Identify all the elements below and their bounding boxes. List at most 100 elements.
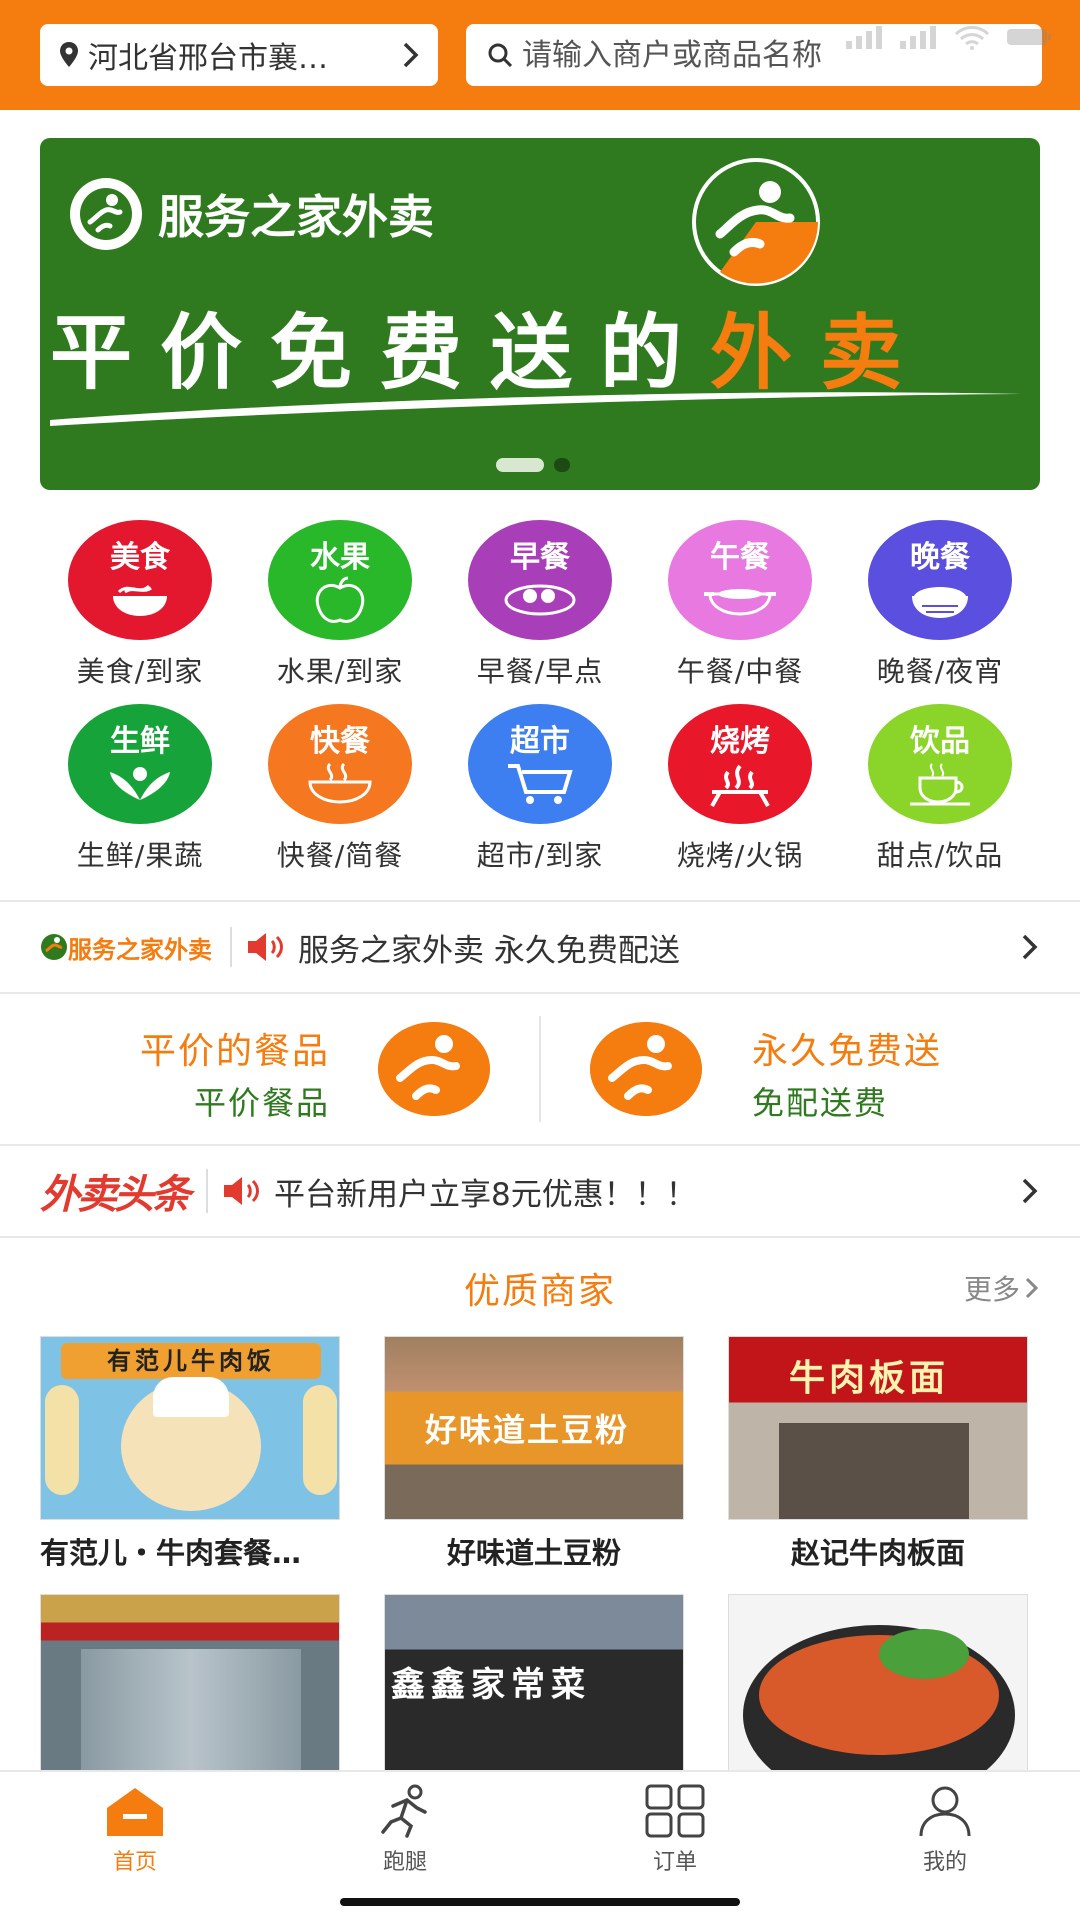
slogan-accent: 外卖 (710, 305, 931, 401)
user-icon (919, 1786, 971, 1837)
merchant-photo: 鑫鑫家常菜 (384, 1594, 684, 1778)
category-label: 水果/到家 (276, 655, 404, 688)
category-shaokao[interactable]: 烧烤 烧烤/火锅 (640, 704, 840, 874)
merchant-card[interactable] (728, 1594, 1028, 1778)
announcement-bar[interactable]: 服务之家外卖 服务之家外卖 永久免费配送 (0, 902, 1080, 992)
slogan-main: 平价免费送的 (50, 305, 711, 401)
sign-left (45, 1385, 79, 1495)
chevron-right-icon (1025, 1277, 1039, 1299)
headline-bar[interactable]: 外卖头条 平台新用户立享8元优惠！！！ (0, 1146, 1080, 1236)
carousel-dot[interactable] (554, 458, 570, 472)
merchant-photo (728, 1594, 1028, 1778)
category-icon-text: 超市 (510, 724, 570, 759)
merchant-sign: 牛肉板面 (789, 1358, 950, 1399)
merchant-card[interactable]: 有范儿牛肉饭 有范儿・牛肉套餐… (40, 1336, 340, 1572)
category-label: 美食/到家 (76, 655, 204, 688)
divider (0, 1236, 1080, 1238)
carousel-dot-active[interactable] (496, 458, 544, 472)
tab-label: 跑腿 (382, 1850, 427, 1875)
announcement-text: 服务之家外卖 永久免费配送 (298, 932, 680, 969)
category-yinpin[interactable]: 饮品 甜点/饮品 (840, 704, 1040, 874)
swoosh-decoration (50, 392, 1020, 426)
promo-right-title: 永久免费送 (752, 1031, 943, 1072)
more-link[interactable]: 更多 (964, 1268, 1040, 1308)
notice-brand-logo: 服务之家外卖 (40, 927, 232, 967)
location-pin-icon (60, 42, 78, 67)
promo-left-subtitle: 平价餐品 (193, 1084, 330, 1122)
tab-label: 首页 (112, 1850, 157, 1875)
merchant-grid: 有范儿牛肉饭 有范儿・牛肉套餐… 好味道土豆粉 好味道土豆粉 牛肉板面 赵记牛肉… (40, 1336, 1040, 1778)
shop-door (779, 1423, 969, 1519)
chevron-right-icon (1022, 934, 1038, 960)
vegetable-icon: 生鲜 (68, 704, 212, 824)
category-icon-text: 晚餐 (910, 540, 970, 575)
promo-left-title: 平价的餐品 (139, 1031, 330, 1072)
category-icon-text: 早餐 (510, 540, 570, 575)
search-input[interactable] (520, 36, 840, 74)
merchant-card[interactable] (40, 1594, 340, 1778)
merchant-photo (40, 1594, 340, 1778)
hotpot-icon: 午餐 (668, 520, 812, 640)
promo-divider (539, 1016, 541, 1122)
grid-icon (645, 1784, 705, 1838)
category-label: 超市/到家 (476, 839, 604, 872)
merchant-card[interactable]: 好味道土豆粉 好味道土豆粉 (384, 1336, 684, 1572)
soup-bowl-icon: 快餐 (268, 704, 412, 824)
more-label: 更多 (963, 1273, 1020, 1306)
brand-logo-icon (70, 178, 142, 250)
location-text: 河北省邢台市襄… (88, 41, 328, 76)
runner-logo-icon (692, 158, 820, 286)
category-icon-text: 水果 (310, 540, 370, 575)
chevron-right-icon (1022, 1178, 1038, 1204)
category-meishi[interactable]: 美食 美食/到家 (40, 520, 240, 690)
category-zaocan[interactable]: 早餐 早餐/早点 (440, 520, 640, 690)
speaker-icon (248, 933, 283, 961)
merchant-sign: 鑫鑫家常菜 (391, 1665, 591, 1705)
category-shuiguo[interactable]: 水果 水果/到家 (240, 520, 440, 690)
promo-section: 平价的餐品 平价餐品 永久免费送 免配送费 (0, 996, 1080, 1144)
tab-profile[interactable]: 我的 (810, 1772, 1080, 1920)
promo-banner[interactable]: 服务之家外卖 平价免费送的外卖 (40, 138, 1040, 490)
carousel-indicator (496, 458, 570, 472)
merchant-card[interactable]: 牛肉板面 赵记牛肉板面 (728, 1336, 1028, 1572)
coffee-cup-icon: 饮品 (868, 704, 1012, 824)
grill-icon: 烧烤 (668, 704, 812, 824)
promo-right-subtitle: 免配送费 (752, 1084, 889, 1122)
tab-home[interactable]: 首页 (0, 1772, 270, 1920)
category-icon-text: 快餐 (310, 724, 370, 759)
header-bar: 河北省邢台市襄… (0, 0, 1080, 110)
category-wancan[interactable]: 晚餐 晚餐/夜宵 (840, 520, 1040, 690)
category-grid: 美食 美食/到家 水果 水果/到家 早餐 早餐/早点 午餐 午餐/中餐 晚餐 晚… (40, 520, 1040, 874)
rice-bowl-icon: 晚餐 (868, 520, 1012, 640)
category-icon-text: 饮品 (910, 724, 970, 759)
category-kuaican[interactable]: 快餐 快餐/简餐 (240, 704, 440, 874)
chevron-right-icon (403, 42, 419, 68)
merchant-photo: 牛肉板面 (728, 1336, 1028, 1520)
signal-icon (846, 26, 882, 49)
merchant-name: 好味道土豆粉 (446, 1536, 621, 1570)
merchant-photo: 好味道土豆粉 (384, 1336, 684, 1520)
speaker-icon (224, 1177, 259, 1205)
category-shengxian[interactable]: 生鲜 生鲜/果蔬 (40, 704, 240, 874)
brand-logo-icon (41, 934, 67, 960)
shopping-cart-icon: 超市 (468, 704, 612, 824)
category-label: 烧烤/火锅 (676, 839, 804, 872)
category-wucan[interactable]: 午餐 午餐/中餐 (640, 520, 840, 690)
merchant-card[interactable]: 鑫鑫家常菜 (384, 1594, 684, 1778)
home-icon (107, 1788, 163, 1836)
headline-text: 平台新用户立享8元优惠！！！ (274, 1176, 697, 1213)
runner-icon (378, 1022, 490, 1116)
bun-steamer-icon: 早餐 (468, 520, 612, 640)
category-label: 快餐/简餐 (276, 839, 404, 872)
location-selector[interactable]: 河北省邢台市襄… (40, 24, 438, 86)
category-chaoshi[interactable]: 超市 超市/到家 (440, 704, 640, 874)
sign-right (303, 1385, 337, 1495)
signal-icon-2 (900, 26, 936, 49)
category-icon-text: 美食 (110, 540, 170, 575)
merchant-photo: 有范儿牛肉饭 (40, 1336, 340, 1520)
merchant-sign: 好味道土豆粉 (425, 1411, 630, 1449)
home-indicator (340, 1898, 740, 1906)
banner-brand-text: 服务之家外卖 (158, 190, 434, 244)
shop-entrance (81, 1649, 301, 1777)
notice-brand-text: 服务之家外卖 (68, 934, 212, 964)
